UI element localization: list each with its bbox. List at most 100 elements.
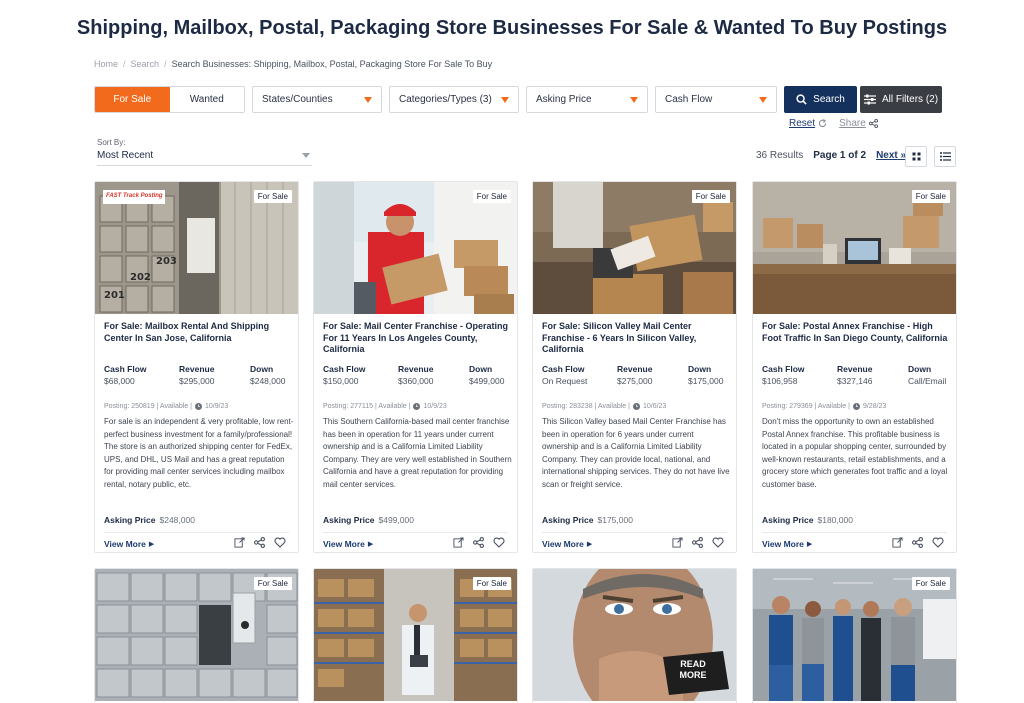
- listing-photo: For Sale: [753, 182, 956, 314]
- posting-info: Posting: 283238 | Available | 10/6/23: [542, 403, 667, 410]
- divider: [542, 532, 727, 533]
- chevron-down-icon: [501, 97, 509, 103]
- listing-actions: [234, 537, 286, 548]
- clock-icon: [194, 403, 202, 410]
- list-view-button[interactable]: [934, 146, 956, 167]
- down-value: $175,000: [688, 376, 724, 386]
- listing-photo: For Sale: [95, 569, 298, 701]
- clock-icon: [413, 403, 421, 410]
- listing-card[interactable]: For Sale For Sale: Mail Center Franchise…: [313, 181, 518, 553]
- heart-icon[interactable]: [712, 537, 724, 548]
- grid-view-button[interactable]: [905, 146, 927, 167]
- listing-card[interactable]: For Sale: [94, 568, 299, 703]
- down-value: $499,000: [469, 376, 505, 386]
- cash-flow-label: Cash Flow: [762, 364, 805, 374]
- search-button-label: Search: [813, 94, 845, 105]
- contact-icon[interactable]: [892, 537, 903, 548]
- listing-description: For sale is an independent & very profit…: [104, 417, 294, 489]
- for-sale-badge: For Sale: [472, 577, 511, 590]
- listing-card[interactable]: 201 202 203 FAST Track Posting For Sale Fo…: [94, 181, 299, 553]
- share-icon[interactable]: [692, 537, 703, 548]
- listing-card[interactable]: For Sale: [752, 568, 957, 703]
- categories-dropdown-label: Categories/Types (3): [399, 94, 492, 105]
- all-filters-button[interactable]: All Filters (2): [860, 86, 942, 113]
- cash-flow-label: Cash Flow: [323, 364, 366, 374]
- for-sale-tab[interactable]: For Sale: [95, 87, 170, 112]
- search-button[interactable]: Search: [784, 86, 857, 113]
- page-title: Shipping, Mailbox, Postal, Packaging Sto…: [76, 17, 948, 39]
- listing-title[interactable]: For Sale: Mail Center Franchise - Operat…: [323, 321, 509, 356]
- view-more-link[interactable]: View More ▶: [104, 539, 154, 549]
- listing-title[interactable]: For Sale: Postal Annex Franchise - High …: [762, 321, 948, 344]
- chevron-down-icon: [364, 97, 372, 103]
- revenue-value: $295,000: [179, 376, 215, 386]
- cash-flow-label: Cash Flow: [542, 364, 585, 374]
- down-label: Down: [688, 364, 712, 374]
- down-value: $248,000: [250, 376, 286, 386]
- states-dropdown[interactable]: States/Counties: [252, 86, 382, 113]
- categories-dropdown[interactable]: Categories/Types (3): [389, 86, 519, 113]
- heart-icon[interactable]: [274, 537, 286, 548]
- listing-stats: Cash Flow $106,958 Revenue $327,146 Down Ca…: [762, 364, 948, 386]
- listing-photo: READ MORE: [533, 569, 736, 701]
- reset-link[interactable]: Reset: [789, 118, 827, 129]
- brand-logo: FAST Track Posting: [106, 193, 163, 199]
- list-icon: [939, 152, 951, 161]
- wanted-tab[interactable]: Wanted: [169, 87, 244, 112]
- results-count: 36 Results: [756, 150, 804, 161]
- listing-photo: For Sale: [533, 182, 736, 314]
- asking-price: Asking Price $180,000: [762, 515, 853, 525]
- share-icon[interactable]: [254, 537, 265, 548]
- contact-icon[interactable]: [234, 537, 245, 548]
- listing-stats: Cash Flow $68,000 Revenue $295,000 Down $24…: [104, 364, 290, 386]
- listing-photo: For Sale: [314, 569, 517, 701]
- caret-right-icon: ▶: [367, 541, 374, 548]
- listing-actions: [672, 537, 724, 548]
- listing-title[interactable]: For Sale: Silicon Valley Mail Center Fra…: [542, 321, 728, 356]
- cash-flow-value: $150,000: [323, 376, 359, 386]
- grid-icon: [912, 152, 920, 161]
- view-more-link[interactable]: View More ▶: [323, 539, 373, 549]
- results-info: 36 Results Page 1 of 2 Next »: [756, 150, 906, 161]
- share-icon[interactable]: [912, 537, 923, 548]
- contact-icon[interactable]: [672, 537, 683, 548]
- heart-icon[interactable]: [493, 537, 505, 548]
- page-indicator: Page 1 of 2: [813, 150, 867, 161]
- clock-icon: [852, 403, 860, 410]
- share-link[interactable]: Share: [839, 118, 878, 129]
- revenue-label: Revenue: [617, 364, 653, 374]
- listing-card[interactable]: For Sale: [313, 568, 518, 703]
- listing-card[interactable]: READ MORE: [532, 568, 737, 703]
- view-more-link[interactable]: View More ▶: [542, 539, 592, 549]
- heart-icon[interactable]: [932, 537, 944, 548]
- breadcrumb-current: Search Businesses: Shipping, Mailbox, Po…: [171, 59, 493, 69]
- breadcrumb-home[interactable]: Home: [94, 59, 118, 69]
- sort-by-select[interactable]: Sort By: Most Recent: [94, 138, 312, 166]
- listing-stats: Cash Flow $150,000 Revenue $360,000 Down $4…: [323, 364, 509, 386]
- listing-card[interactable]: For Sale For Sale: Postal Annex Franchis…: [752, 181, 957, 553]
- contact-icon[interactable]: [453, 537, 464, 548]
- asking-price-dropdown[interactable]: Asking Price: [526, 86, 648, 113]
- asking-price: Asking Price $499,000: [323, 515, 414, 525]
- cash-flow-label: Cash Flow: [104, 364, 147, 374]
- posting-date: 10/9/23: [423, 403, 447, 410]
- chevron-down-icon: [630, 97, 638, 103]
- cash-flow-value: On Request: [542, 376, 588, 386]
- chevron-down-icon: [759, 97, 767, 103]
- sale-wanted-toggle: For Sale Wanted: [94, 86, 245, 113]
- listing-title[interactable]: For Sale: Mailbox Rental And Shipping Ce…: [104, 321, 290, 344]
- states-dropdown-label: States/Counties: [262, 94, 333, 105]
- for-sale-badge: For Sale: [253, 190, 292, 203]
- cash-flow-dropdown[interactable]: Cash Flow: [655, 86, 777, 113]
- caret-right-icon: ▶: [148, 541, 155, 548]
- share-icon[interactable]: [473, 537, 484, 548]
- next-page-link[interactable]: Next »: [876, 150, 906, 161]
- listing-photo: For Sale: [753, 569, 956, 701]
- read-more-overlay: READ MORE: [679, 659, 707, 680]
- listing-card[interactable]: For Sale For Sale: Silicon Valley Mail C…: [532, 181, 737, 553]
- breadcrumb-search[interactable]: Search: [131, 59, 160, 69]
- view-more-link[interactable]: View More ▶: [762, 539, 812, 549]
- listing-stats: Cash Flow On Request Revenue $275,000 Down…: [542, 364, 728, 386]
- refresh-icon: [818, 119, 827, 128]
- down-label: Down: [250, 364, 274, 374]
